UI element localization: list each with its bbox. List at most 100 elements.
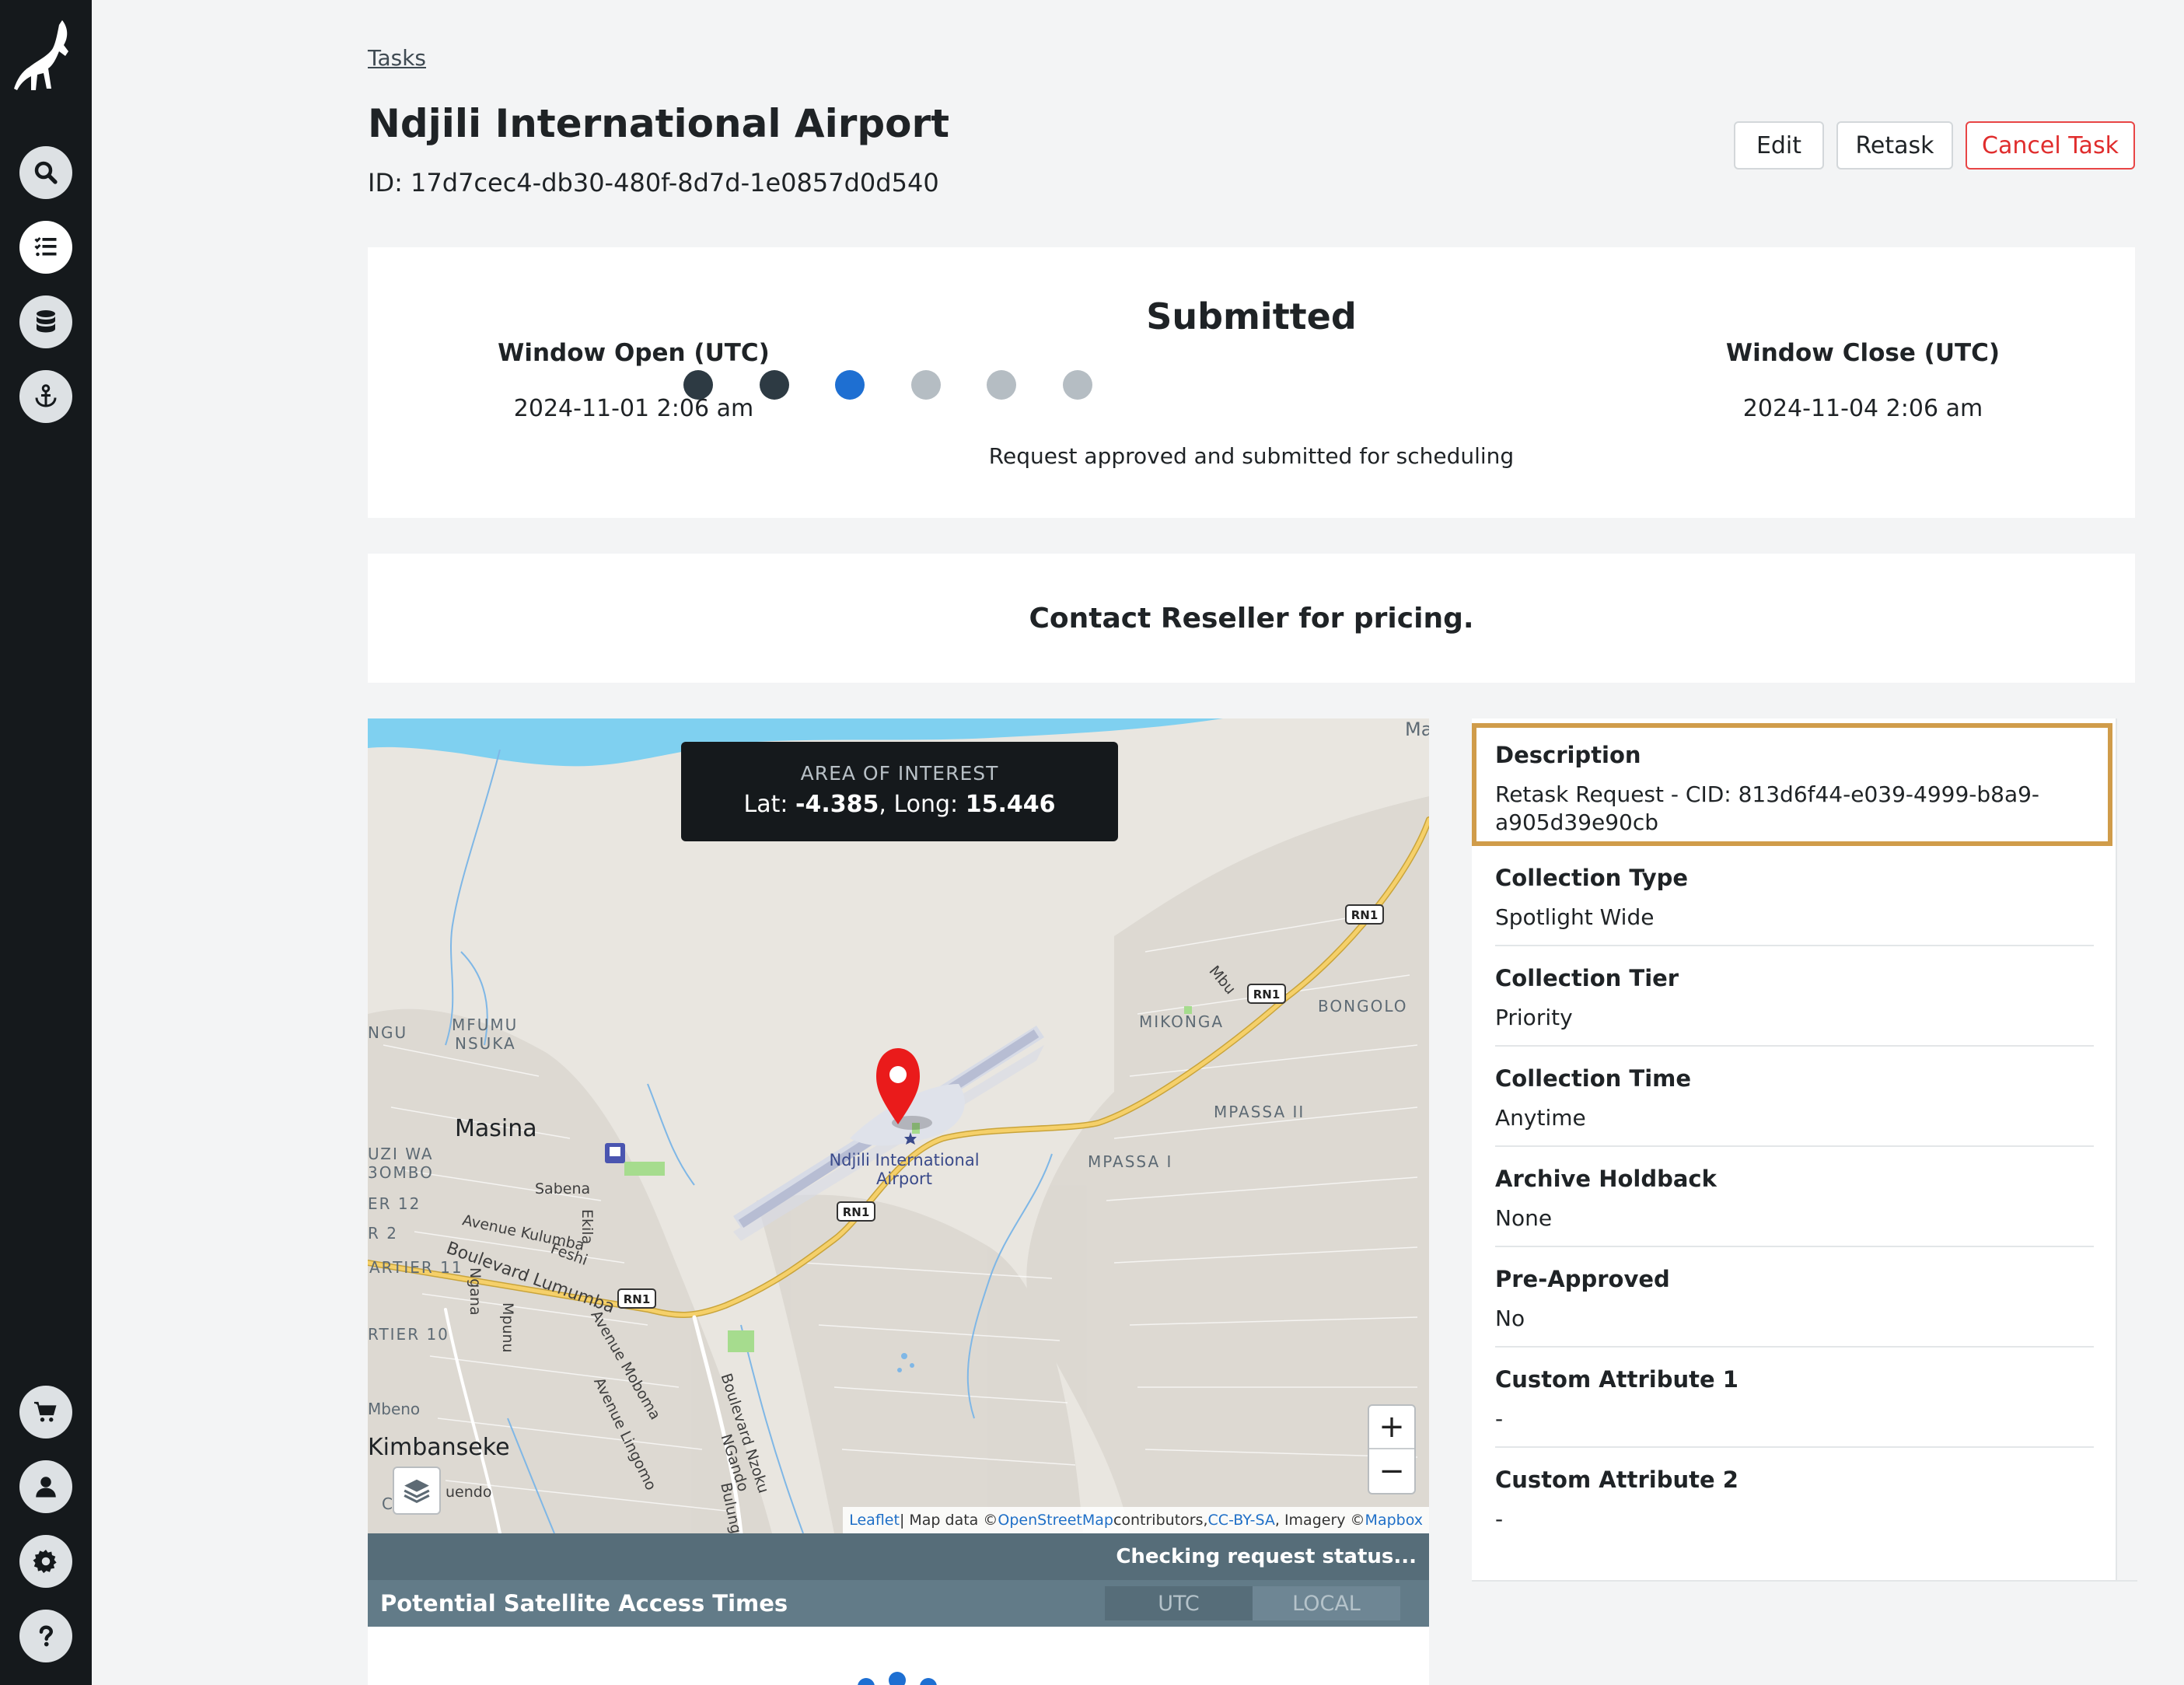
utc-toggle-button[interactable]: UTC <box>1105 1586 1253 1620</box>
collection-type-label: Collection Type <box>1495 865 1689 891</box>
pricing-message: Contact Reseller for pricing. <box>1029 602 1474 634</box>
nav-tasks-button[interactable] <box>19 221 72 274</box>
user-icon <box>36 1477 56 1498</box>
map-label-nsuka: NSUKA <box>455 1034 516 1053</box>
map-label-sabena: Sabena <box>535 1180 591 1197</box>
nav-data-button[interactable] <box>19 295 72 348</box>
satellite-access-title: Potential Satellite Access Times <box>380 1590 788 1617</box>
collection-type-value: Spotlight Wide <box>1495 904 1655 930</box>
map-label-ma: Ma <box>1405 718 1429 740</box>
attribution-imagery: , Imagery © <box>1274 1512 1365 1529</box>
status-title: Submitted <box>1146 295 1357 337</box>
custom-attribute-2-field: Custom Attribute 2 - <box>1495 1448 2094 1548</box>
custom-attribute-1-value: - <box>1495 1406 1504 1432</box>
map-label-c: C <box>382 1494 393 1513</box>
map-label-mbeno: Mbeno <box>368 1400 421 1418</box>
lat-label: Lat: <box>743 791 796 818</box>
ccbysa-link[interactable]: CC-BY-SA <box>1208 1512 1275 1529</box>
status-step-dot <box>835 370 865 400</box>
aoi-title: AREA OF INTEREST <box>800 762 999 785</box>
window-close-label: Window Close (UTC) <box>1725 339 2001 367</box>
satellite-access-header: Potential Satellite Access Times UTC LOC… <box>368 1580 1429 1627</box>
map-label-bongolo: BONGOLO <box>1318 997 1408 1016</box>
map-rn1-shield-4: RN1 <box>624 1292 651 1306</box>
zoom-in-button[interactable]: + <box>1369 1406 1414 1449</box>
antelope-logo-icon[interactable] <box>14 17 78 103</box>
custom-attribute-2-label: Custom Attribute 2 <box>1495 1467 1738 1493</box>
description-label: Description <box>1495 742 1641 768</box>
cancel-task-button[interactable]: Cancel Task <box>1966 121 2135 170</box>
details-panel-edge <box>2116 718 2137 1605</box>
checking-status-bar: Checking request status... <box>368 1533 1429 1580</box>
status-step-dot <box>759 370 789 400</box>
status-description: Request approved and submitted for sched… <box>988 443 1515 469</box>
map-label-mpassa-i: MPASSA I <box>1088 1152 1173 1171</box>
local-toggle-button[interactable]: LOCAL <box>1253 1586 1400 1620</box>
retask-button[interactable]: Retask <box>1836 121 1953 170</box>
archive-holdback-label: Archive Holdback <box>1495 1166 1717 1192</box>
map-rn1-shield-2: RN1 <box>1253 988 1281 1002</box>
task-id: ID: 17d7cec4-db30-480f-8d7d-1e0857d0d540 <box>368 168 939 198</box>
search-icon <box>34 161 58 184</box>
custom-attribute-2-value: - <box>1495 1506 1504 1532</box>
status-step-dot <box>910 370 941 400</box>
nav-settings-button[interactable] <box>19 1535 72 1588</box>
status-step-dot <box>1062 370 1092 400</box>
nav-profile-button[interactable] <box>19 1460 72 1513</box>
map-rn1-shield-3: RN1 <box>843 1205 870 1219</box>
cart-icon <box>34 1401 57 1422</box>
map-label-ekila: Ekila <box>578 1209 596 1245</box>
map-label-kimbanseke: Kimbanseke <box>368 1434 510 1461</box>
map-airport-label: Ndjili International Airport <box>826 1151 982 1188</box>
map-label-ngu: NGU <box>368 1023 408 1042</box>
leaflet-link[interactable]: Leaflet <box>849 1512 900 1529</box>
nav-search-button[interactable] <box>19 146 72 199</box>
window-close-value: 2024-11-04 2:06 am <box>1742 395 1983 422</box>
timezone-toggle: UTC LOCAL <box>1105 1586 1400 1620</box>
nav-cart-button[interactable] <box>19 1386 72 1439</box>
edit-button[interactable]: Edit <box>1734 121 1824 170</box>
pre-approved-label: Pre-Approved <box>1495 1266 1670 1292</box>
custom-attribute-1-field: Custom Attribute 1 - <box>1495 1348 2094 1448</box>
window-open-label: Window Open (UTC) <box>498 339 770 367</box>
gear-icon <box>33 1550 57 1574</box>
loading-dot <box>858 1678 875 1685</box>
long-label: , Long: <box>879 791 966 818</box>
collection-time-label: Collection Time <box>1495 1065 1692 1092</box>
map-label-masina: Masina <box>455 1115 537 1142</box>
airport-label-line1: Ndjili International <box>829 1151 980 1169</box>
nav-help-button[interactable] <box>19 1610 72 1662</box>
map-attribution: Leaflet | Map data © OpenStreetMap contr… <box>843 1507 1429 1533</box>
loading-dot <box>920 1678 937 1685</box>
map[interactable]: RN1 RN1 RN1 RN1 Ma NGU MFUMU NSUKA Masin… <box>368 718 1429 1533</box>
map-label-mfumu: MFUMU <box>452 1016 519 1034</box>
breadcrumb-tasks-link[interactable]: Tasks <box>368 45 426 71</box>
archive-holdback-field: Archive Holdback None <box>1495 1147 2094 1247</box>
archive-holdback-value: None <box>1495 1205 1553 1231</box>
layers-button[interactable] <box>393 1467 441 1515</box>
map-rn1-shield-1: RN1 <box>1351 908 1379 922</box>
osm-link[interactable]: OpenStreetMap <box>998 1512 1113 1529</box>
collection-time-field: Collection Time Anytime <box>1495 1047 2094 1147</box>
nav-anchor-button[interactable] <box>19 370 72 423</box>
collection-tier-label: Collection Tier <box>1495 965 1679 991</box>
zoom-out-button[interactable]: − <box>1369 1449 1414 1493</box>
lat-value: -4.385 <box>795 791 879 818</box>
help-icon <box>39 1625 54 1647</box>
details-panel-bottom <box>1472 1580 2137 1605</box>
status-step-dot <box>683 370 713 400</box>
task-list-icon <box>34 236 57 257</box>
satellite-access-body <box>368 1627 1429 1685</box>
collection-type-field: Collection Type Spotlight Wide <box>1495 846 2094 946</box>
layers-icon <box>404 1479 430 1504</box>
mapbox-link[interactable]: Mapbox <box>1365 1512 1423 1529</box>
database-icon <box>37 310 55 333</box>
window-open-value: 2024-11-01 2:06 am <box>513 395 754 422</box>
anchor-icon <box>35 384 57 407</box>
map-label-rtier10: RTIER 10 <box>368 1325 449 1344</box>
map-label-uzi-wa: UZI WA <box>368 1145 434 1163</box>
airport-label-line2: Airport <box>876 1169 932 1189</box>
custom-attribute-1-label: Custom Attribute 1 <box>1495 1366 1738 1393</box>
collection-tier-value: Priority <box>1495 1005 1573 1030</box>
area-of-interest-tooltip: AREA OF INTEREST Lat: -4.385, Long: 15.4… <box>681 742 1118 841</box>
